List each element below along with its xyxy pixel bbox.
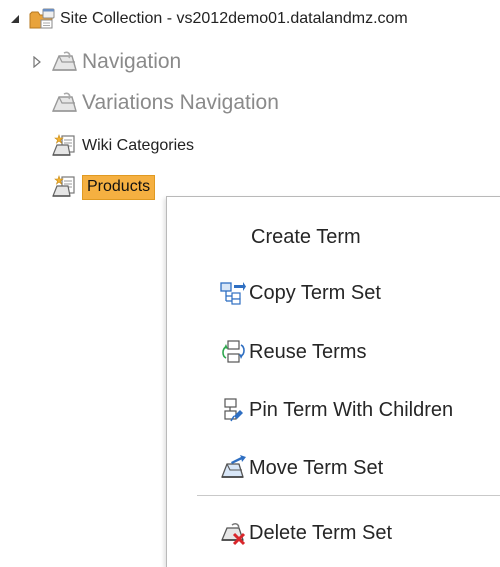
tree-node-site-collection[interactable]: Site Collection - vs2012demo01.datalandm… — [8, 4, 408, 34]
expanded-triangle-icon[interactable] — [8, 12, 22, 26]
menu-item-reuse-terms[interactable]: Reuse Terms — [167, 332, 500, 372]
delete-term-set-icon — [217, 519, 249, 547]
context-menu: Create Term Copy Term Set Reuse Terms Pi… — [166, 196, 500, 567]
tree-label-variations-navigation[interactable]: Variations Navigation — [82, 91, 279, 115]
site-collection-folder-icon — [28, 6, 56, 32]
menu-item-label: Move Term Set — [249, 456, 384, 479]
tree-node-wiki-categories[interactable]: Wiki Categories — [50, 131, 194, 161]
site-collection-label[interactable]: Site Collection - vs2012demo01.datalandm… — [60, 10, 408, 28]
menu-separator — [197, 495, 500, 496]
copy-term-set-icon — [217, 279, 249, 307]
tree-node-products[interactable]: Products — [50, 172, 156, 202]
move-term-set-icon — [217, 454, 249, 482]
menu-item-copy-term-set[interactable]: Copy Term Set — [167, 273, 500, 313]
reuse-terms-icon — [217, 338, 249, 366]
term-group-icon — [50, 174, 78, 200]
menu-item-delete-term-set[interactable]: Delete Term Set — [167, 513, 500, 553]
menu-item-label: Pin Term With Children — [249, 398, 454, 421]
pin-term-icon — [217, 396, 249, 424]
term-group-icon — [50, 133, 78, 159]
menu-item-move-term-set[interactable]: Move Term Set — [167, 448, 500, 488]
term-set-icon — [50, 49, 78, 75]
tree-node-variations-navigation[interactable]: Variations Navigation — [50, 88, 279, 118]
menu-item-pin-term-with-children[interactable]: Pin Term With Children — [167, 390, 500, 430]
collapsed-triangle-icon[interactable] — [30, 55, 44, 69]
menu-item-label: Delete Term Set — [249, 521, 393, 544]
menu-item-label: Reuse Terms — [249, 340, 367, 363]
menu-item-label: Copy Term Set — [249, 281, 381, 304]
term-set-icon — [50, 90, 78, 116]
tree-node-navigation[interactable]: Navigation — [30, 47, 181, 77]
menu-item-label: Create Term — [251, 225, 361, 248]
tree-label-navigation[interactable]: Navigation — [82, 50, 181, 74]
menu-item-create-term[interactable]: Create Term — [167, 217, 500, 257]
tree-label-wiki-categories[interactable]: Wiki Categories — [82, 137, 194, 155]
tree-label-products[interactable]: Products — [82, 174, 156, 200]
